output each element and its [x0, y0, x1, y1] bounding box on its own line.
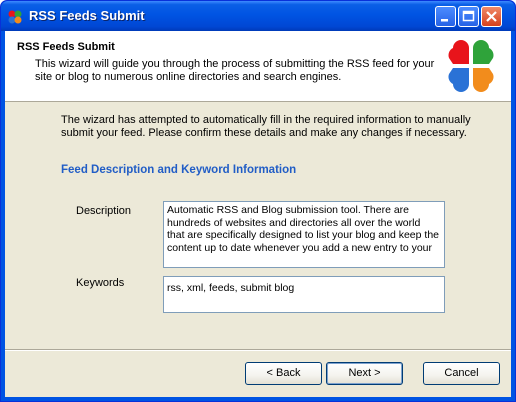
keywords-value: rss, xml, feeds, submit blog	[167, 282, 295, 294]
clover-logo-icon	[448, 40, 494, 92]
button-separator	[5, 349, 511, 351]
wizard-window: RSS Feeds Submit RSS Feeds Submit This w…	[0, 0, 516, 402]
header-title: RSS Feeds Submit	[17, 41, 115, 53]
wizard-client-area: RSS Feeds Submit This wizard will guide …	[5, 31, 511, 397]
window-title: RSS Feeds Submit	[29, 8, 145, 23]
description-line: Automatic RSS and Blog submission tool. …	[167, 204, 410, 216]
intro-line: submit your feed. Please confirm these d…	[61, 127, 467, 139]
rss-app-icon	[8, 10, 22, 24]
header-subtitle-line: This wizard will guide you through the p…	[35, 58, 435, 70]
back-button[interactable]: < Back	[245, 362, 322, 385]
close-icon	[486, 11, 497, 22]
maximize-icon	[462, 10, 475, 22]
wizard-header: RSS Feeds Submit This wizard will guide …	[5, 31, 511, 102]
intro-line: The wizard has attempted to automaticall…	[61, 114, 471, 126]
header-subtitle: This wizard will guide you through the p…	[35, 58, 435, 84]
intro-text: The wizard has attempted to automaticall…	[61, 114, 481, 140]
header-subtitle-line: site or blog to numerous online director…	[35, 71, 342, 83]
section-title: Feed Description and Keyword Information	[61, 164, 297, 176]
description-textarea[interactable]: Automatic RSS and Blog submission tool. …	[163, 201, 445, 268]
title-bar[interactable]: RSS Feeds Submit	[1, 1, 515, 31]
minimize-button[interactable]	[435, 6, 456, 27]
close-button[interactable]	[481, 6, 502, 27]
cancel-button[interactable]: Cancel	[423, 362, 500, 385]
keywords-label: Keywords	[76, 277, 125, 289]
keywords-input[interactable]: rss, xml, feeds, submit blog	[163, 276, 445, 313]
minimize-icon	[441, 19, 448, 22]
description-label: Description	[76, 205, 132, 217]
maximize-button[interactable]	[458, 6, 479, 27]
description-line: hundreds of websites and directories all…	[167, 216, 421, 229]
description-line: content up to date whenever you add a ne…	[167, 241, 433, 254]
description-line: that are specifically designed to list y…	[167, 229, 440, 241]
next-button[interactable]: Next >	[326, 362, 403, 385]
